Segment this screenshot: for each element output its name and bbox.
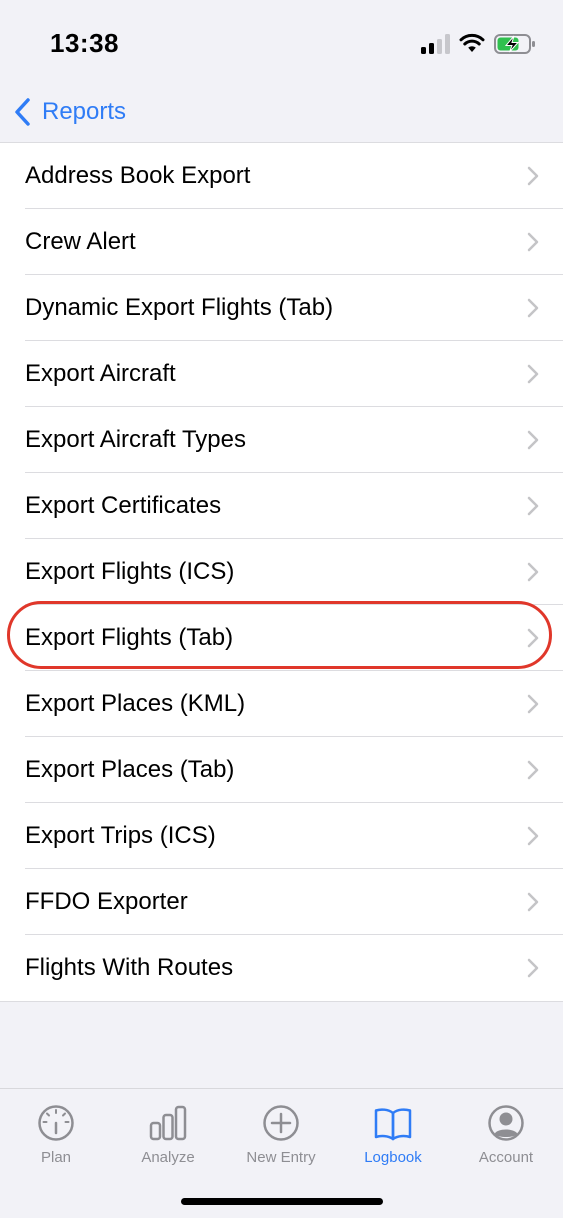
plus-circle-icon — [263, 1105, 299, 1141]
tab-logbook[interactable]: Logbook — [337, 1103, 449, 1173]
list-item-label: FFDO Exporter — [25, 888, 188, 915]
list-item[interactable]: Dynamic Export Flights (Tab) — [0, 275, 563, 341]
list-item[interactable]: Export Certificates — [0, 473, 563, 539]
list-item[interactable]: FFDO Exporter — [0, 869, 563, 935]
book-icon — [374, 1108, 412, 1141]
nav-bar: Reports — [0, 88, 563, 142]
wifi-icon — [459, 33, 485, 52]
list-item-label: Export Trips (ICS) — [25, 822, 216, 849]
list-item-label: Export Certificates — [25, 492, 222, 519]
tab-analyze[interactable]: Analyze — [112, 1103, 224, 1173]
chevron-right-icon — [527, 892, 539, 912]
tab-label: Logbook — [364, 1149, 422, 1166]
chevron-right-icon — [527, 496, 539, 516]
status-bar: 13:38 — [0, 0, 563, 88]
tab-plan[interactable]: Plan — [0, 1103, 112, 1173]
status-time: 13:38 — [50, 28, 119, 58]
list-item-label: Export Aircraft Types — [25, 426, 246, 453]
list-item[interactable]: Export Trips (ICS) — [0, 803, 563, 869]
chevron-right-icon — [527, 958, 539, 978]
tab-new-entry[interactable]: New Entry — [225, 1103, 337, 1173]
chevron-right-icon — [527, 166, 539, 186]
bar-chart-icon — [149, 1105, 187, 1141]
tab-label: Analyze — [141, 1149, 195, 1166]
list-item-label: Export Places (KML) — [25, 690, 246, 717]
list-item-label: Export Flights (ICS) — [25, 558, 235, 585]
list-item[interactable]: Export Places (Tab) — [0, 737, 563, 803]
tab-account[interactable]: Account — [450, 1103, 562, 1173]
cellular-signal-icon — [421, 34, 451, 54]
report-list: Address Book Export Crew Alert Dynamic Exp… — [0, 142, 563, 1002]
home-indicator — [181, 1198, 383, 1205]
chevron-right-icon — [527, 826, 539, 846]
list-item-label: Dynamic Export Flights (Tab) — [25, 294, 334, 321]
screen: 13:38 Reports Address Book Export Crew A… — [0, 0, 563, 1218]
list-item[interactable]: Crew Alert — [0, 209, 563, 275]
list-item[interactable]: Export Aircraft — [0, 341, 563, 407]
back-label: Reports — [42, 98, 127, 125]
list-item[interactable]: Export Flights (Tab) — [0, 605, 563, 671]
battery-charging-icon — [494, 34, 535, 54]
list-item-label: Crew Alert — [25, 228, 136, 255]
chevron-right-icon — [527, 364, 539, 384]
tab-label: New Entry — [246, 1149, 316, 1166]
list-item[interactable]: Address Book Export — [0, 143, 563, 209]
chevron-right-icon — [527, 694, 539, 714]
chevron-right-icon — [527, 430, 539, 450]
list-item-label: Address Book Export — [25, 162, 251, 189]
chevron-right-icon — [527, 298, 539, 318]
gauge-icon — [38, 1105, 74, 1141]
list-item[interactable]: Export Places (KML) — [0, 671, 563, 737]
tab-label: Plan — [40, 1149, 72, 1166]
list-item[interactable]: Export Flights (ICS) — [0, 539, 563, 605]
list-item-label: Flights With Routes — [25, 954, 234, 981]
list-item[interactable]: Flights With Routes — [0, 935, 563, 1001]
chevron-left-icon — [15, 98, 30, 126]
list-item[interactable]: Export Aircraft Types — [0, 407, 563, 473]
list-item-label: Export Places (Tab) — [25, 756, 235, 783]
list-item-label: Export Aircraft — [25, 360, 176, 387]
chevron-right-icon — [527, 232, 539, 252]
back-button[interactable]: Reports — [12, 92, 126, 132]
list-item-label: Export Flights (Tab) — [25, 624, 234, 651]
chevron-right-icon — [527, 760, 539, 780]
chevron-right-icon — [527, 562, 539, 582]
tab-label: Account — [478, 1149, 534, 1166]
person-circle-icon — [488, 1105, 524, 1141]
chevron-right-icon — [527, 628, 539, 648]
